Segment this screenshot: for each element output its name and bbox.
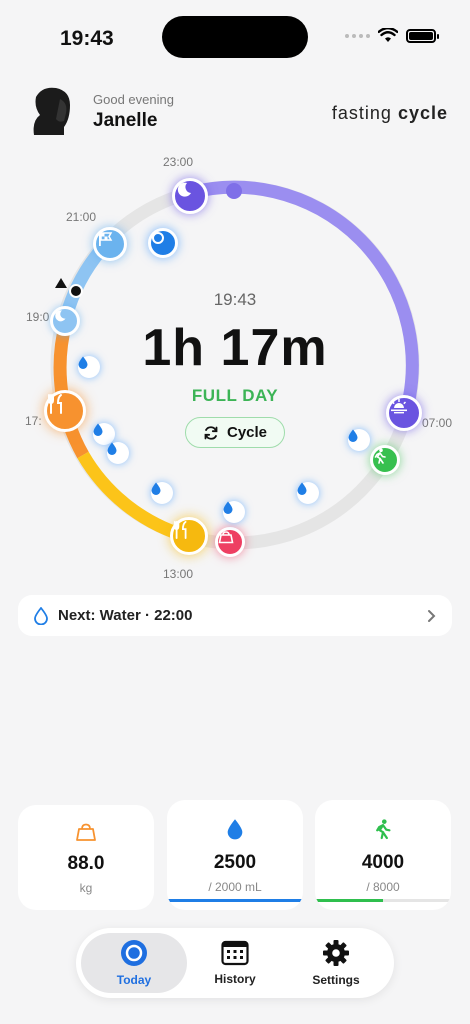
wifi-icon [378, 28, 398, 42]
weigh-in-scale-icon[interactable] [215, 527, 245, 557]
weight-unit: kg [79, 881, 93, 895]
refresh-icon [204, 425, 218, 440]
signal-icon [345, 33, 370, 38]
water-progress-fill [167, 899, 303, 902]
app-logo: fasting cycle [332, 103, 448, 124]
battery-icon [406, 28, 439, 43]
avatar[interactable] [26, 85, 76, 137]
hour-label-23: 23:00 [163, 155, 194, 169]
water-drop-icon[interactable] [107, 442, 129, 464]
dynamic-island [162, 16, 308, 58]
tab-today-label: Today [116, 973, 152, 987]
status-time: 19:43 [60, 27, 114, 50]
steps-progress-bar [315, 899, 451, 902]
steps-progress-fill [315, 899, 383, 902]
sleep-moon-icon[interactable] [172, 178, 208, 214]
water-drop-icon[interactable] [148, 228, 178, 258]
water-drop-icon[interactable] [151, 482, 173, 504]
cycle-button-label: Cycle [226, 424, 268, 441]
hour-label-07: 07:00 [422, 416, 453, 430]
scale-icon [76, 823, 96, 841]
cycle-button[interactable]: Cycle [185, 417, 285, 448]
water-drop-icon [34, 606, 48, 625]
water-drop-icon [227, 819, 243, 840]
tab-settings-label: Settings [312, 973, 360, 987]
weight-card[interactable]: 88.0 kg [18, 805, 154, 910]
water-drop-icon[interactable] [297, 482, 319, 504]
tab-bar: Today History Settings [76, 928, 394, 998]
next-event-label: Next: Water · 22:00 [58, 607, 193, 624]
current-time: 19:43 [213, 290, 257, 309]
walk-activity-icon[interactable] [370, 445, 400, 475]
tab-settings[interactable]: Settings [283, 933, 389, 993]
first-meal-fork-knife-icon[interactable] [170, 517, 208, 555]
hour-label-17: 17: [25, 414, 42, 428]
logo-suffix: cycle [397, 103, 448, 123]
calendar-icon [221, 940, 249, 966]
water-value: 2500 [213, 852, 257, 873]
user-name: Janelle [93, 110, 158, 131]
status-icons [345, 28, 439, 43]
water-drop-icon[interactable] [223, 501, 245, 523]
walk-icon [376, 819, 391, 840]
water-card[interactable]: 2500 / 2000 mL [167, 800, 303, 910]
logo-prefix: fasting [331, 103, 392, 123]
water-drop-icon[interactable] [348, 429, 370, 451]
elapsed-time: 1h 17m [142, 319, 328, 377]
weight-value: 88.0 [67, 853, 105, 874]
tab-today[interactable]: Today [81, 933, 187, 993]
gear-icon [323, 940, 349, 966]
phase-label: FULL DAY [191, 386, 279, 405]
greeting: Good evening [93, 92, 174, 107]
hour-label-21: 21:00 [66, 210, 97, 224]
hour-label-13: 13:00 [163, 567, 194, 581]
water-unit: / 2000 mL [208, 880, 262, 894]
fast-start-flag-icon[interactable] [93, 227, 127, 261]
water-progress-bar [167, 899, 303, 902]
chevron-right-icon [428, 609, 436, 622]
today-ring-icon [121, 940, 147, 966]
next-event-row[interactable]: Next: Water · 22:00 [18, 595, 452, 636]
steps-card[interactable]: 4000 / 8000 [315, 800, 451, 910]
tab-history-label: History [214, 972, 256, 986]
steps-unit: / 8000 [366, 880, 400, 894]
tab-history[interactable]: History [182, 933, 288, 993]
steps-value: 4000 [361, 852, 405, 873]
